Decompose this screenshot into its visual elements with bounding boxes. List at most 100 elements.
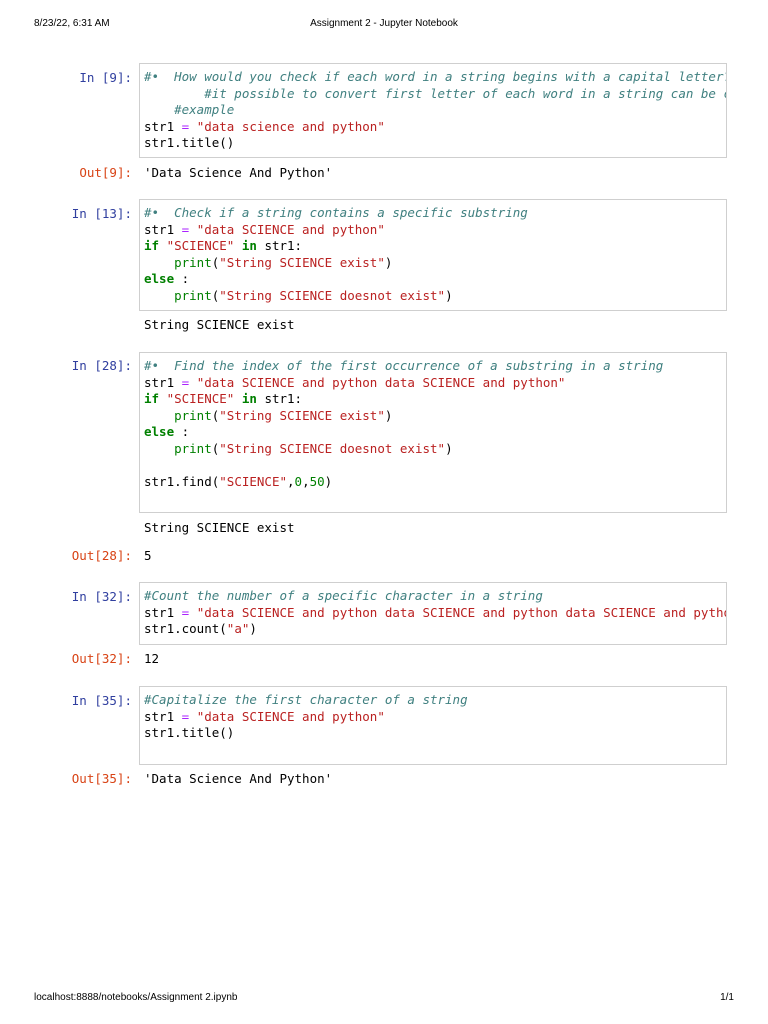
code-area: #• How would you check if each word in a…	[140, 64, 726, 156]
code-builtin: print	[174, 440, 212, 456]
cell-3-in-prompt: In [28]:	[71, 358, 132, 373]
code-line: #example	[144, 102, 722, 119]
code-line: #it possible to convert first letter of …	[144, 86, 726, 103]
code-keyword: in	[241, 238, 257, 254]
code-comment: #Capitalize the first character of a str…	[144, 692, 468, 707]
code-text: )	[249, 621, 257, 637]
code-text: )	[445, 440, 453, 456]
code-number: 0	[294, 474, 303, 490]
code-line: str1 = "data SCIENCE and python data SCI…	[144, 375, 722, 392]
cell-2-code-editor[interactable]: #• Check if a string contains a specific…	[139, 199, 727, 311]
code-string: "data SCIENCE and python"	[196, 221, 385, 237]
code-area: #• Find the index of the first occurrenc…	[140, 353, 726, 511]
code-line: else :	[144, 424, 722, 441]
code-string: "data SCIENCE and python data SCIENCE an…	[196, 374, 566, 390]
code-text: :	[174, 271, 190, 287]
code-line: str1 = "data science and python"	[144, 119, 722, 136]
code-text: str1	[144, 708, 182, 724]
code-line: str1.find("SCIENCE",0,50)	[144, 474, 722, 491]
code-string: "String SCIENCE doesnot exist"	[219, 440, 446, 456]
code-area: #Count the number of a specific characte…	[140, 583, 726, 642]
code-string: "SCIENCE"	[166, 391, 235, 407]
cell-1-in-prompt: In [9]:	[79, 70, 132, 85]
print-title: Assignment 2 - Jupyter Notebook	[310, 18, 458, 29]
code-text: str1.title()	[144, 725, 235, 741]
code-builtin: print	[174, 287, 212, 303]
cell-3-out-prompt: Out[28]:	[71, 548, 132, 563]
code-text: str1	[144, 221, 182, 237]
cell-4-output: 12	[144, 651, 160, 666]
code-area: #Capitalize the first character of a str…	[140, 687, 726, 762]
cell-5-output: 'Data Science And Python'	[144, 771, 333, 786]
print-url: localhost:8888/notebooks/Assignment 2.ip…	[34, 992, 238, 1003]
code-keyword: else	[144, 271, 175, 287]
code-line: print("String SCIENCE exist")	[144, 255, 722, 272]
cell-4-out-prompt: Out[32]:	[71, 651, 132, 666]
code-text: str1	[144, 604, 182, 620]
code-text: ,	[302, 474, 310, 490]
code-line: print("String SCIENCE doesnot exist")	[144, 441, 722, 458]
cell-1-code-editor[interactable]: #• How would you check if each word in a…	[139, 63, 727, 158]
code-keyword: in	[241, 391, 257, 407]
cell-3-output: 5	[144, 548, 152, 563]
code-text: )	[324, 474, 333, 490]
code-comment: #it possible to convert first letter of …	[144, 85, 727, 101]
code-string: "String SCIENCE exist"	[219, 254, 385, 270]
code-builtin: print	[174, 407, 212, 423]
code-line: if "SCIENCE" in str1:	[144, 391, 722, 408]
code-text: ,	[287, 474, 295, 490]
code-keyword: if	[144, 238, 160, 254]
code-line: str1.title()	[144, 135, 722, 152]
code-line: print("String SCIENCE doesnot exist")	[144, 288, 722, 305]
code-comment: #• Check if a string contains a specific…	[144, 205, 528, 220]
code-comment: #• How would you check if each word in a…	[144, 69, 727, 84]
cell-3-code-editor[interactable]: #• Find the index of the first occurrenc…	[139, 352, 727, 513]
cell-2-in-prompt: In [13]:	[71, 206, 132, 221]
code-line: str1.count("a")	[144, 621, 722, 638]
cell-1-output: 'Data Science And Python'	[144, 165, 333, 180]
code-comment: #• Find the index of the first occurrenc…	[144, 358, 664, 373]
code-text: str1.count(	[144, 621, 227, 637]
code-comment: #Count the number of a specific characte…	[144, 588, 543, 603]
cell-5-out-prompt: Out[35]:	[71, 771, 132, 786]
code-string: "data science and python"	[196, 118, 385, 134]
code-line: #Capitalize the first character of a str…	[144, 692, 722, 709]
code-comment: #example	[144, 102, 235, 118]
code-line: #Count the number of a specific characte…	[144, 588, 722, 605]
code-string: "SCIENCE"	[166, 238, 235, 254]
code-line: str1 = "data SCIENCE and python"	[144, 709, 722, 726]
code-builtin: print	[174, 254, 212, 270]
code-string: "String SCIENCE doesnot exist"	[219, 287, 446, 303]
print-page-number: 1/1	[720, 992, 734, 1003]
cell-5-code-editor[interactable]: #Capitalize the first character of a str…	[139, 686, 727, 765]
code-text: )	[445, 287, 453, 303]
cell-3-stream-output: String SCIENCE exist	[144, 520, 295, 535]
code-keyword: else	[144, 424, 175, 440]
code-keyword: if	[144, 391, 160, 407]
code-number: 50	[309, 474, 325, 490]
code-string: "data SCIENCE and python"	[196, 708, 385, 724]
code-line: print("String SCIENCE exist")	[144, 408, 722, 425]
code-text: :	[174, 424, 190, 440]
code-text: str1	[144, 374, 182, 390]
code-text: )	[384, 254, 393, 270]
cell-5-in-prompt: In [35]:	[71, 693, 132, 708]
code-text: str1	[144, 118, 182, 134]
cell-4-code-editor[interactable]: #Count the number of a specific characte…	[139, 582, 727, 645]
code-string: "SCIENCE"	[219, 474, 287, 490]
code-line: #• Check if a string contains a specific…	[144, 205, 722, 222]
cell-4-in-prompt: In [32]:	[71, 589, 132, 604]
code-line: str1 = "data SCIENCE and python data SCI…	[144, 604, 726, 622]
code-text: str1:	[256, 238, 303, 254]
